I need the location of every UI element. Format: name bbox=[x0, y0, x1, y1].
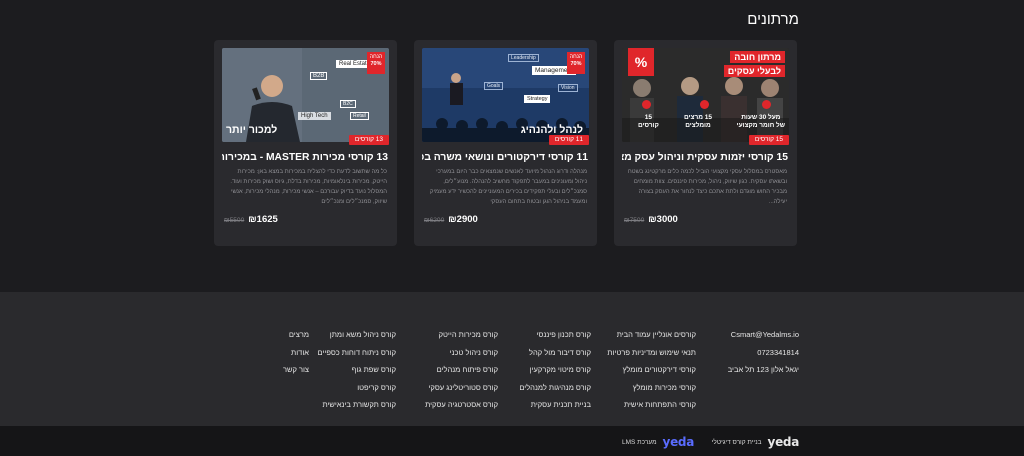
clock-icon bbox=[762, 100, 771, 109]
stat-lecturers: 15 מרצים מומלצים bbox=[684, 114, 712, 129]
footer-link[interactable]: קורסי מכירות מומלץ bbox=[607, 379, 696, 397]
tag-b2c: B2C bbox=[340, 100, 356, 108]
video-icon bbox=[642, 100, 651, 109]
card-description: מאסטרס במסלול עסקי מקצועי הוביל לכמה כלי… bbox=[627, 169, 787, 205]
footer-link[interactable]: בניית תכנית עסקית bbox=[519, 396, 591, 414]
card-title[interactable]: 11 קורסי דירקטורים ונושאי משרה בכירה bbox=[422, 152, 588, 163]
contact-email[interactable]: Csmart@Yedalms.io bbox=[728, 326, 799, 344]
price-block: ₪2900 ₪6200 bbox=[424, 214, 478, 225]
section-title: מרתונים bbox=[747, 11, 799, 28]
footer-links-col1: קורסים אונליין עמוד הבית תנאי שימוש ומדי… bbox=[607, 326, 696, 414]
tag-retail: Retail bbox=[350, 112, 369, 120]
tag-strategy: Strategy bbox=[524, 95, 551, 103]
play-icon bbox=[700, 100, 709, 109]
footer-link[interactable]: קורס מכירות הייטק bbox=[425, 326, 498, 344]
card-title[interactable]: 15 קורסי יזמות עסקית וניהול עסק מצליח bbox=[622, 152, 788, 163]
contact-address: יגאל אלון 123 תל אביב bbox=[727, 365, 799, 374]
price-block: ₪3000 ₪7500 bbox=[624, 214, 678, 225]
marathon-cards: % מרתון חובה לבעלי עסקים 15 קורסים 15 מרצ… bbox=[214, 40, 797, 246]
price-block: ₪1625 ₪5500 bbox=[224, 214, 278, 225]
course-thumbnail[interactable]: % מרתון חובה לבעלי עסקים 15 קורסים 15 מרצ… bbox=[622, 48, 789, 142]
card-title[interactable]: 13 קורסי מכירות MASTER - במכירות bbox=[222, 152, 388, 163]
footer-links-col3: קורס מכירות הייטק קורס ניהול טכני קורס פ… bbox=[425, 326, 498, 414]
card-description: כל מה שתשוב לדעת כדי להצליח במכירות במצא… bbox=[230, 169, 387, 205]
course-card-directors[interactable]: Leadership Management Vision Strategy Go… bbox=[414, 40, 597, 246]
price-new: ₪2900 bbox=[448, 214, 478, 225]
card-description: מנהלה ודרוג הנהול מיועד לאנשים שנמצאים כ… bbox=[430, 169, 587, 205]
brand-text: בניית קורס דיגיטלי bbox=[711, 438, 762, 446]
course-thumbnail[interactable]: Real Estate B2B B2C High Tech Retail הנח… bbox=[222, 48, 389, 142]
footer-link[interactable]: מרצים bbox=[283, 326, 309, 344]
contact-phone[interactable]: 0723341814 bbox=[728, 344, 799, 362]
stat-hours: מעל 30 שעות של חומר מקצועי bbox=[736, 114, 785, 129]
footer-link[interactable]: קורס מנהיגות למנהלים bbox=[519, 379, 591, 397]
yeda-logo: yeda bbox=[662, 435, 695, 449]
brand-digital-course[interactable]: yeda בניית קורס דיגיטלי bbox=[711, 435, 800, 449]
headline-1: מרתון חובה bbox=[730, 51, 785, 63]
brand-text: מערכת LMS bbox=[621, 438, 657, 446]
course-card-sales[interactable]: Real Estate B2B B2C High Tech Retail הנח… bbox=[214, 40, 397, 246]
brand-lms[interactable]: yeda מערכת LMS bbox=[622, 435, 694, 449]
price-old: ₪7500 bbox=[624, 217, 645, 224]
thumb-caption: למכור יותר bbox=[226, 124, 278, 136]
footer-link[interactable]: קורס ניתוח דוחות כספיים bbox=[318, 344, 396, 362]
price-new: ₪1625 bbox=[248, 214, 278, 225]
bottom-bar: yeda בניית קורס דיגיטלי yeda מערכת LMS bbox=[0, 426, 1024, 456]
footer-link[interactable]: אודות bbox=[283, 344, 309, 362]
footer-links-col4: קורס ניהול משא ומתן קורס ניתוח דוחות כספ… bbox=[318, 326, 396, 414]
footer-links-col2: קורס תכנון פיננסי קורס דיבור מול קהל קור… bbox=[519, 326, 591, 414]
footer-link[interactable]: קורסי דירקטורים מומלץ bbox=[607, 361, 696, 379]
footer-link[interactable]: קורסי התפתחות אישית bbox=[607, 396, 696, 414]
footer-contact: Csmart@Yedalms.io 0723341814 יגאל אלון 1… bbox=[728, 326, 799, 379]
tag-vision: Vision bbox=[558, 84, 578, 92]
footer-link[interactable]: קורס ניהול טכני bbox=[425, 344, 498, 362]
footer-link[interactable]: קורס שפת גוף bbox=[318, 361, 396, 379]
footer-link[interactable]: קורס אסטרטגיה עסקית bbox=[425, 396, 498, 414]
price-new: ₪3000 bbox=[648, 214, 678, 225]
site-footer: Csmart@Yedalms.io 0723341814 יגאל אלון 1… bbox=[0, 292, 1024, 426]
footer-link[interactable]: קורס תכנון פיננסי bbox=[519, 326, 591, 344]
footer-link[interactable]: צור קשר bbox=[283, 361, 309, 379]
tag-goals: Goals bbox=[484, 82, 504, 90]
tag-b2b: B2B bbox=[310, 72, 328, 80]
course-card-business[interactable]: % מרתון חובה לבעלי עסקים 15 קורסים 15 מרצ… bbox=[614, 40, 797, 246]
price-old: ₪5500 bbox=[224, 217, 245, 224]
footer-link[interactable]: קורס ניהול משא ומתן bbox=[318, 326, 396, 344]
courses-count-badge: 15 קורסים bbox=[748, 135, 789, 145]
footer-link[interactable]: קורסים אונליין עמוד הבית bbox=[607, 326, 696, 344]
footer-links-col5: מרצים אודות צור קשר bbox=[283, 326, 309, 379]
footer-link[interactable]: קורס קריפטו bbox=[318, 379, 396, 397]
courses-count-badge: 13 קורסים bbox=[348, 135, 389, 145]
price-old: ₪6200 bbox=[424, 217, 445, 224]
footer-link[interactable]: קורס תקשורת בינאישית bbox=[318, 396, 396, 414]
footer-link[interactable]: קורס פיתוח מנהלים bbox=[425, 361, 498, 379]
tag-high-tech: High Tech bbox=[298, 112, 331, 120]
discount-corner-badge: הנחה 70% bbox=[567, 52, 585, 74]
percent-badge: % bbox=[628, 48, 654, 76]
footer-link[interactable]: קורס סטוריטלינג עסקי bbox=[425, 379, 498, 397]
footer-link[interactable]: קורס מיטוי מקרקעין bbox=[519, 361, 591, 379]
yeda-logo: yeda bbox=[767, 435, 800, 449]
headline-2: לבעלי עסקים bbox=[723, 65, 785, 77]
tag-leadership: Leadership bbox=[508, 54, 539, 62]
stat-courses: 15 קורסים bbox=[638, 114, 659, 129]
courses-count-badge: 11 קורסים bbox=[548, 135, 589, 145]
course-thumbnail[interactable]: Leadership Management Vision Strategy Go… bbox=[422, 48, 589, 142]
footer-link[interactable]: תנאי שימוש ומדיניות פרטיות bbox=[607, 344, 696, 362]
footer-link[interactable]: קורס דיבור מול קהל bbox=[519, 344, 591, 362]
discount-corner-badge: הנחה 70% bbox=[367, 52, 385, 74]
